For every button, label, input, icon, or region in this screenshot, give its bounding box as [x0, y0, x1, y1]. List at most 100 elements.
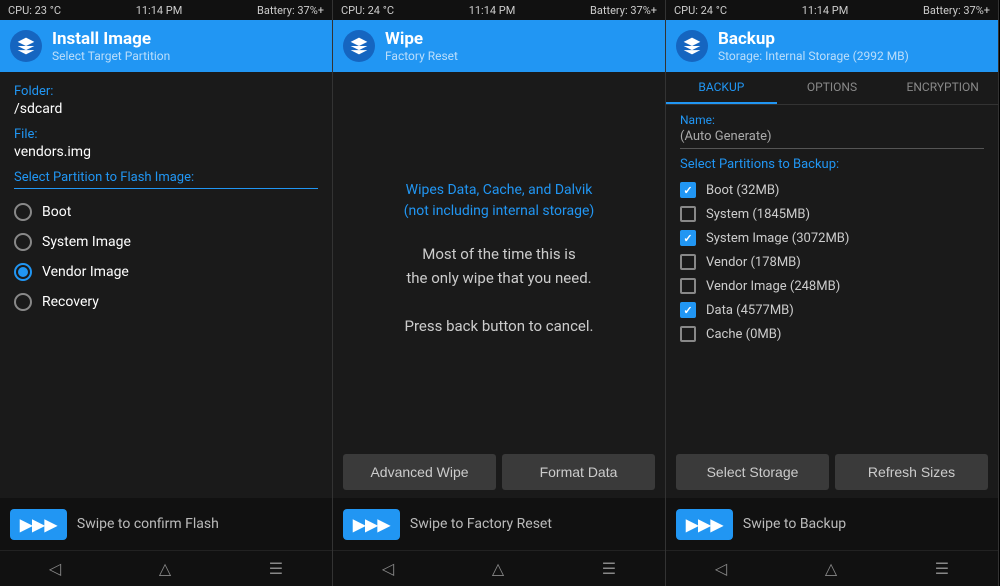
logo-icon [676, 30, 708, 62]
backup-partition-item-4[interactable]: Vendor Image (248MB) [680, 274, 984, 298]
backup-partition-item-5[interactable]: Data (4577MB) [680, 298, 984, 322]
partition-label-3: Recovery [42, 294, 99, 310]
backup-partition-label-3: Vendor (178MB) [706, 255, 801, 270]
format-data-button[interactable]: Format Data [502, 454, 655, 490]
tab-backup[interactable]: BACKUP [666, 72, 777, 104]
status-bar-backup: CPU: 24 °C 11:14 PM Battery: 37%+ [666, 0, 998, 20]
partition-label-2: Vendor Image [42, 264, 129, 280]
partition-label-1: System Image [42, 234, 131, 250]
cpu-temp: CPU: 24 °C [341, 4, 394, 17]
backup-panel: CPU: 24 °C 11:14 PM Battery: 37%+ Backup… [666, 0, 999, 586]
battery: Battery: 37%+ [923, 4, 990, 17]
menu-icon[interactable]: ☰ [602, 559, 616, 578]
backup-tabs: BACKUPOPTIONSENCRYPTION [666, 72, 998, 105]
wipe-nav: ◁ △ ☰ [333, 550, 665, 586]
install-content: Folder: /sdcard File: vendors.img Select… [0, 72, 332, 498]
home-icon[interactable]: △ [825, 559, 837, 578]
backup-header-text: Backup Storage: Internal Storage (2992 M… [718, 29, 909, 64]
install-swipe-label: Swipe to confirm Flash [77, 516, 219, 532]
wipe-swipe-label: Swipe to Factory Reset [410, 516, 552, 532]
partition-item-3[interactable]: Recovery [14, 287, 318, 317]
back-icon[interactable]: ◁ [382, 559, 394, 578]
radio-circle-0 [14, 203, 32, 221]
battery: Battery: 37%+ [590, 4, 657, 17]
wipe-warning: Wipes Data, Cache, and Dalvik (not inclu… [404, 180, 595, 222]
wipe-content: Wipes Data, Cache, and Dalvik (not inclu… [333, 72, 665, 446]
checkbox-5 [680, 302, 696, 318]
wipe-main-text: Most of the time this is the only wipe t… [405, 242, 594, 338]
back-icon[interactable]: ◁ [715, 559, 727, 578]
backup-header: Backup Storage: Internal Storage (2992 M… [666, 20, 998, 72]
checkbox-2 [680, 230, 696, 246]
backup-partition-item-2[interactable]: System Image (3072MB) [680, 226, 984, 250]
backup-partition-label-0: Boot (32MB) [706, 183, 779, 198]
partition-label-0: Boot [42, 204, 71, 220]
cpu-temp: CPU: 23 °C [8, 4, 61, 17]
home-icon[interactable]: △ [492, 559, 504, 578]
home-icon[interactable]: △ [159, 559, 171, 578]
status-bar-install: CPU: 23 °C 11:14 PM Battery: 37%+ [0, 0, 332, 20]
swipe-arrows-backup: ▶▶▶ [676, 509, 733, 540]
backup-partition-label-6: Cache (0MB) [706, 327, 781, 342]
backup-content: Name: (Auto Generate) Select Partitions … [666, 105, 998, 446]
status-bar-wipe: CPU: 24 °C 11:14 PM Battery: 37%+ [333, 0, 665, 20]
refresh-sizes-button[interactable]: Refresh Sizes [835, 454, 988, 490]
advanced-wipe-button[interactable]: Advanced Wipe [343, 454, 496, 490]
tab-encryption[interactable]: ENCRYPTION [887, 72, 998, 104]
wipe-subtitle: Factory Reset [385, 49, 458, 63]
checkbox-1 [680, 206, 696, 222]
checkbox-0 [680, 182, 696, 198]
logo-icon [343, 30, 375, 62]
install-swipe-bar[interactable]: ▶▶▶ Swipe to confirm Flash [0, 498, 332, 550]
folder-value: /sdcard [14, 101, 318, 117]
backup-swipe-bar[interactable]: ▶▶▶ Swipe to Backup [666, 498, 998, 550]
backup-partition-item-1[interactable]: System (1845MB) [680, 202, 984, 226]
backup-partition-item-6[interactable]: Cache (0MB) [680, 322, 984, 346]
install-nav: ◁ △ ☰ [0, 550, 332, 586]
menu-icon[interactable]: ☰ [269, 559, 283, 578]
logo-icon [10, 30, 42, 62]
backup-partition-item-3[interactable]: Vendor (178MB) [680, 250, 984, 274]
backup-title: Backup [718, 29, 909, 49]
partition-item-2[interactable]: Vendor Image [14, 257, 318, 287]
install-panel: CPU: 23 °C 11:14 PM Battery: 37%+ Instal… [0, 0, 333, 586]
install-subtitle: Select Target Partition [52, 49, 170, 63]
backup-swipe-label: Swipe to Backup [743, 516, 846, 532]
checkbox-3 [680, 254, 696, 270]
wipe-swipe-bar[interactable]: ▶▶▶ Swipe to Factory Reset [333, 498, 665, 550]
tab-options[interactable]: OPTIONS [777, 72, 888, 104]
battery: Battery: 37%+ [257, 4, 324, 17]
partition-item-1[interactable]: System Image [14, 227, 318, 257]
radio-circle-3 [14, 293, 32, 311]
file-value: vendors.img [14, 144, 318, 160]
folder-label: Folder: [14, 84, 318, 99]
checkbox-6 [680, 326, 696, 342]
time: 11:14 PM [469, 4, 516, 17]
backup-partition-label-5: Data (4577MB) [706, 303, 794, 318]
file-label: File: [14, 127, 318, 142]
backup-partition-label-4: Vendor Image (248MB) [706, 279, 840, 294]
select-storage-button[interactable]: Select Storage [676, 454, 829, 490]
backup-partition-item-0[interactable]: Boot (32MB) [680, 178, 984, 202]
install-title: Install Image [52, 29, 170, 49]
partition-list: Boot System Image Vendor Image Recovery [14, 197, 318, 317]
menu-icon[interactable]: ☰ [935, 559, 949, 578]
wipe-header-text: Wipe Factory Reset [385, 29, 458, 64]
back-icon[interactable]: ◁ [49, 559, 61, 578]
radio-circle-1 [14, 233, 32, 251]
swipe-arrows-wipe: ▶▶▶ [343, 509, 400, 540]
partition-section-label: Select Partition to Flash Image: [14, 170, 318, 189]
install-header: Install Image Select Target Partition [0, 20, 332, 72]
install-header-text: Install Image Select Target Partition [52, 29, 170, 64]
partition-item-0[interactable]: Boot [14, 197, 318, 227]
cpu-temp: CPU: 24 °C [674, 4, 727, 17]
checkbox-4 [680, 278, 696, 294]
time: 11:14 PM [136, 4, 183, 17]
backup-subtitle: Storage: Internal Storage (2992 MB) [718, 49, 909, 63]
wipe-title: Wipe [385, 29, 458, 49]
radio-circle-2 [14, 263, 32, 281]
wipe-buttons: Advanced Wipe Format Data [333, 446, 665, 498]
backup-nav: ◁ △ ☰ [666, 550, 998, 586]
name-label: Name: [680, 113, 984, 127]
name-value: (Auto Generate) [680, 129, 984, 149]
